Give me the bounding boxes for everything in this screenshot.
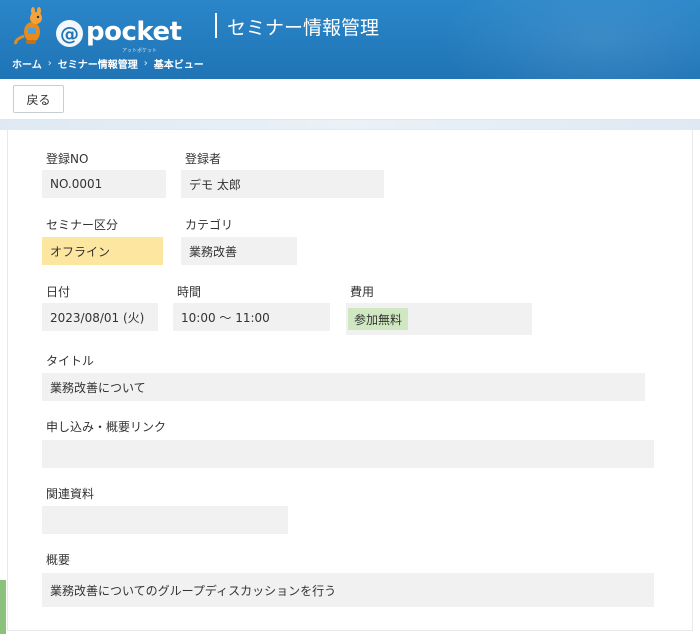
page-title: セミナー情報管理 [227, 17, 380, 39]
category-label: カテゴリ [185, 218, 234, 232]
breadcrumb-home[interactable]: ホーム [12, 56, 42, 71]
app-logo[interactable]: @ pocket アットポケット [12, 6, 182, 54]
logo-at-mark: @ [56, 20, 83, 47]
materials-label: 関連資料 [46, 487, 95, 501]
date-field: 2023/08/01 (火) [42, 303, 158, 331]
logo-subtext: アットポケット [122, 48, 158, 54]
reg-no-label: 登録NO [46, 152, 89, 166]
link-label: 申し込み・概要リンク [46, 420, 167, 434]
seminar-type-label: セミナー区分 [46, 218, 119, 232]
record-form: 登録NO NO.0001 登録者 デモ 太郎 セミナー区分 オフライン カテゴリ… [7, 129, 693, 631]
breadcrumb-seminar-info[interactable]: セミナー情報管理 [58, 56, 138, 71]
decorative-edge [0, 580, 6, 634]
breadcrumb: ホーム › セミナー情報管理 › 基本ビュー [12, 56, 204, 71]
registrant-label: 登録者 [185, 152, 222, 166]
app-header: @ pocket アットポケット セミナー情報管理 ホーム › セミナー情報管理… [0, 0, 700, 79]
title-divider [215, 13, 217, 38]
logo-text: pocket [86, 17, 182, 47]
breadcrumb-separator-icon: › [143, 58, 148, 69]
fee-label: 費用 [350, 285, 375, 299]
breadcrumb-separator-icon: › [47, 58, 52, 69]
toolbar: 戻る [0, 79, 700, 120]
time-label: 時間 [177, 285, 202, 299]
breadcrumb-basic-view[interactable]: 基本ビュー [154, 56, 204, 71]
back-button[interactable]: 戻る [13, 85, 64, 113]
materials-field[interactable] [42, 506, 288, 534]
category-field: 業務改善 [181, 237, 297, 265]
seminar-type-badge: オフライン [42, 237, 163, 265]
link-field[interactable] [42, 440, 654, 468]
registrant-field: デモ 太郎 [181, 170, 384, 198]
fee-badge: 参加無料 [348, 308, 409, 330]
reg-no-field: NO.0001 [42, 170, 166, 198]
time-field: 10:00 ～ 11:00 [173, 303, 330, 331]
fee-field: 参加無料 [346, 303, 532, 335]
date-label: 日付 [46, 285, 71, 299]
title-label: タイトル [46, 354, 95, 368]
kangaroo-mascot-icon [14, 7, 42, 45]
summary-field: 業務改善についてのグループディスカッションを行う [42, 573, 654, 607]
summary-label: 概要 [46, 553, 71, 567]
title-field: 業務改善について [42, 373, 645, 401]
